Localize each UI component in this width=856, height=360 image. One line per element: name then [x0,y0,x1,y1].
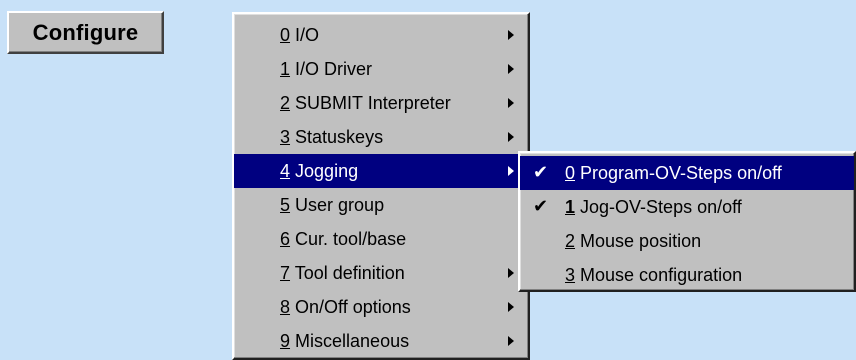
menu-item-hotkey: 8 [280,297,291,317]
menu-item-io-driver[interactable]: 1 I/O Driver [234,52,528,86]
menu-item-on-off-options[interactable]: 8 On/Off options [234,290,528,324]
menu-item-label: 5 User group [280,188,384,222]
menu-item-jogging[interactable]: 4 Jogging [234,154,528,188]
submenu-item-mouse-configuration[interactable]: 3 Mouse configuration [520,258,854,292]
menu-item-tool-definition[interactable]: 7 Tool definition [234,256,528,290]
menu-item-io[interactable]: 0 I/O [234,18,528,52]
menu-item-hotkey: 6 [280,229,291,249]
submenu-item-jog-ov-steps[interactable]: ✔ 1 Jog-OV-Steps on/off [520,190,854,224]
menu-item-label: 1 I/O Driver [280,52,372,86]
menu-item-label: 6 Cur. tool/base [280,222,406,256]
submenu-item-hotkey: 1 [565,197,576,217]
menu-item-user-group[interactable]: 5 User group [234,188,528,222]
submenu-arrow-icon [508,132,514,142]
submenu-arrow-icon [508,302,514,312]
submenu-item-text: Mouse configuration [580,265,743,285]
submenu-arrow-icon [508,64,514,74]
menu-item-label: 7 Tool definition [280,256,405,290]
menu-item-text: Statuskeys [295,127,384,147]
menu-item-hotkey: 3 [280,127,291,147]
menu-item-hotkey: 4 [280,161,291,181]
submenu-item-text: Mouse position [580,231,702,251]
submenu-arrow-icon [508,268,514,278]
menu-item-hotkey: 2 [280,93,291,113]
menu-item-label: 2 SUBMIT Interpreter [280,86,451,120]
submenu-item-label: 0 Program-OV-Steps on/off [565,156,782,190]
submenu-item-hotkey: 2 [565,231,576,251]
submenu-item-label: 1 Jog-OV-Steps on/off [565,190,742,224]
menu-item-label: 3 Statuskeys [280,120,383,154]
submenu-arrow-icon [508,30,514,40]
submenu-item-program-ov-steps[interactable]: ✔ 0 Program-OV-Steps on/off [520,156,854,190]
submenu-arrow-icon [508,98,514,108]
menu-item-label: 9 Miscellaneous [280,324,409,358]
submenu-item-hotkey: 0 [565,163,576,183]
submenu-item-text: Program-OV-Steps on/off [580,163,782,183]
submenu-item-mouse-position[interactable]: 2 Mouse position [520,224,854,258]
submenu-item-hotkey: 3 [565,265,576,285]
submenu-arrow-icon [508,336,514,346]
configure-menu-button[interactable]: Configure [7,11,164,54]
menu-item-hotkey: 5 [280,195,291,215]
menu-item-text: I/O Driver [295,59,373,79]
menu-item-text: SUBMIT Interpreter [295,93,451,113]
menu-item-submit-interpreter[interactable]: 2 SUBMIT Interpreter [234,86,528,120]
menu-item-miscellaneous[interactable]: 9 Miscellaneous [234,324,528,358]
menu-item-hotkey: 0 [280,25,291,45]
menu-item-text: Tool definition [294,263,405,283]
menu-item-text: Jogging [295,161,359,181]
menu-item-hotkey: 7 [280,263,291,283]
jogging-submenu: ✔ 0 Program-OV-Steps on/off ✔ 1 Jog-OV-S… [518,151,856,292]
checkmark-icon: ✔ [533,162,549,183]
menu-item-label: 8 On/Off options [280,290,411,324]
submenu-item-label: 2 Mouse position [565,224,701,258]
configure-menu: 0 I/O 1 I/O Driver 2 SUBMIT Interpreter … [232,12,530,360]
menu-item-label: 0 I/O [280,18,319,52]
menu-item-cur-tool-base[interactable]: 6 Cur. tool/base [234,222,528,256]
submenu-arrow-icon [508,166,514,176]
submenu-item-text: Jog-OV-Steps on/off [580,197,742,217]
menu-item-statuskeys[interactable]: 3 Statuskeys [234,120,528,154]
menu-item-text: On/Off options [295,297,411,317]
menu-item-text: I/O [295,25,320,45]
menu-item-hotkey: 9 [280,331,291,351]
checkmark-icon: ✔ [533,196,549,217]
menu-item-text: User group [295,195,385,215]
menu-item-text: Miscellaneous [295,331,410,351]
submenu-item-label: 3 Mouse configuration [565,258,742,292]
menu-item-text: Cur. tool/base [295,229,407,249]
menu-item-label: 4 Jogging [280,154,358,188]
menu-item-hotkey: 1 [280,59,291,79]
